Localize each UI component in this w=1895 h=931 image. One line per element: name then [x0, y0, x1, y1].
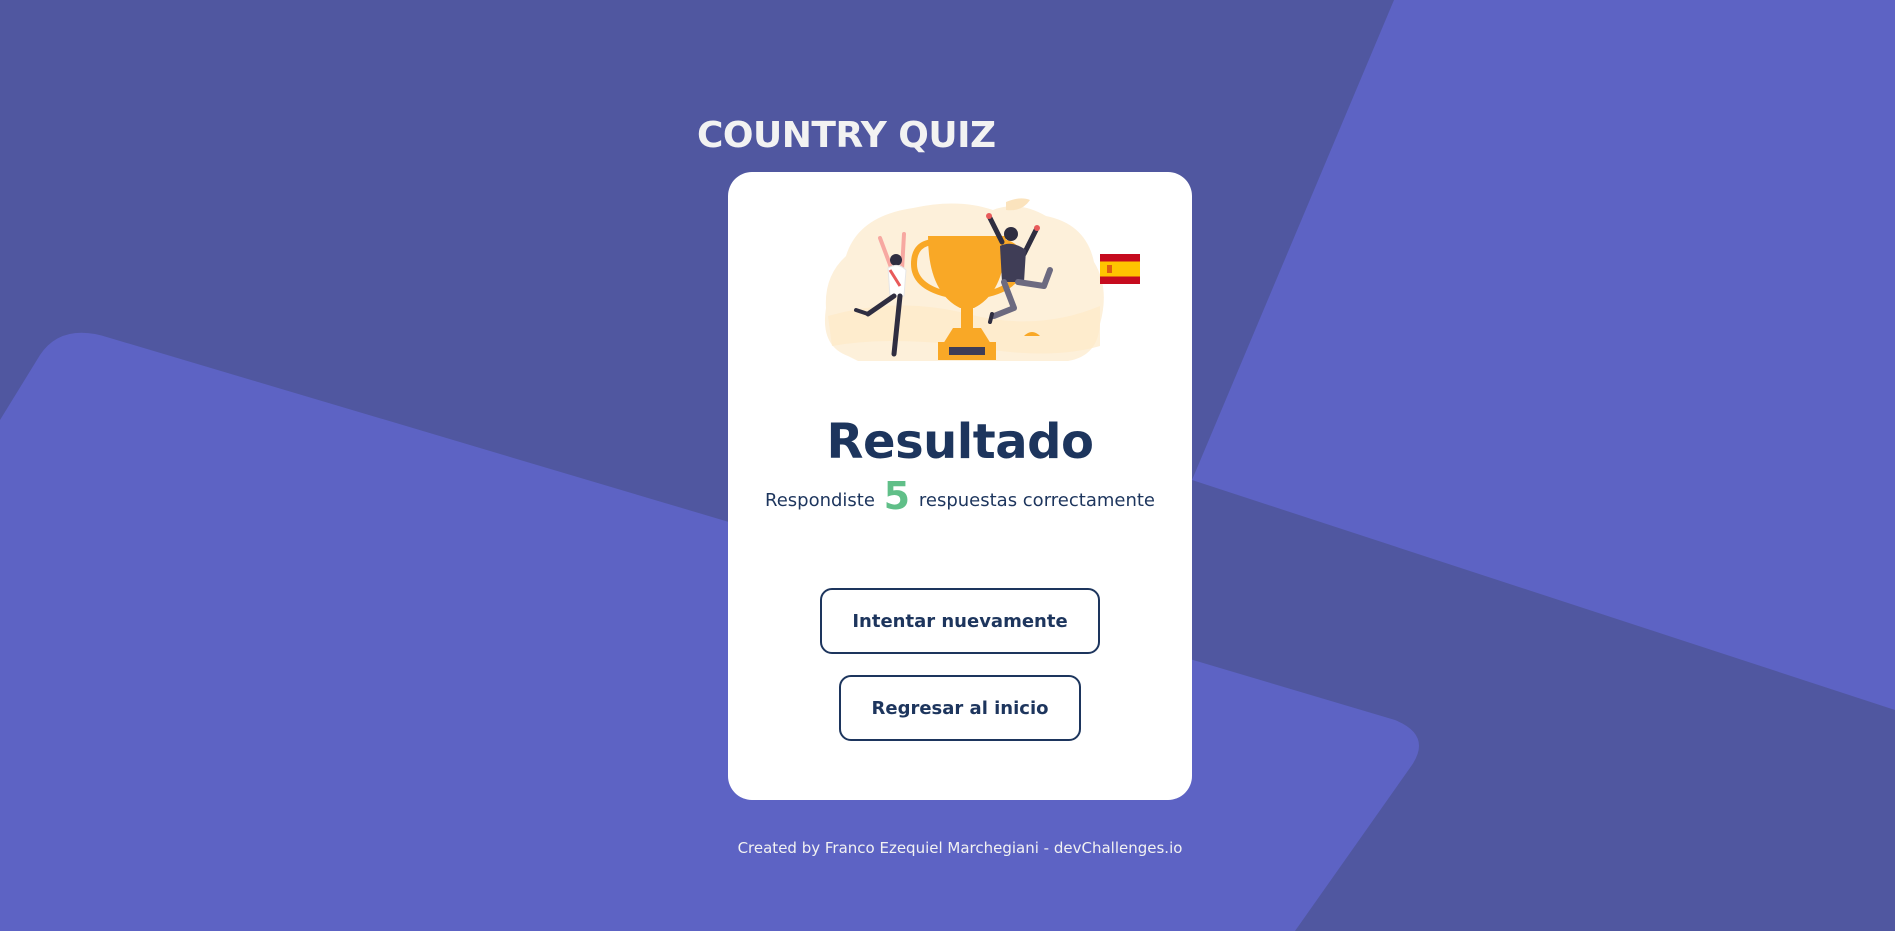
result-title: Resultado: [826, 414, 1094, 470]
result-prefix: Respondiste: [765, 490, 875, 511]
result-card: Resultado Respondiste 5 respuestas corre…: [728, 172, 1192, 800]
app-title: COUNTRY QUIZ: [697, 115, 996, 156]
back-home-button[interactable]: Regresar al inicio: [839, 675, 1081, 741]
bg-shape-right: [1192, 0, 1895, 710]
spain-flag-icon: [1100, 254, 1140, 284]
result-summary: Respondiste 5 respuestas correctamente: [728, 474, 1192, 523]
page-background: COUNTRY QUIZ Resultado Respondiste 5 res…: [0, 0, 1895, 931]
trophy-celebration-illustration: [824, 198, 1104, 361]
retry-button[interactable]: Intentar nuevamente: [820, 588, 1100, 654]
result-suffix: respuestas correctamente: [918, 490, 1155, 511]
footer-credit: Created by Franco Ezequiel Marchegiani -…: [737, 839, 1183, 857]
score-value: 5: [883, 474, 911, 518]
